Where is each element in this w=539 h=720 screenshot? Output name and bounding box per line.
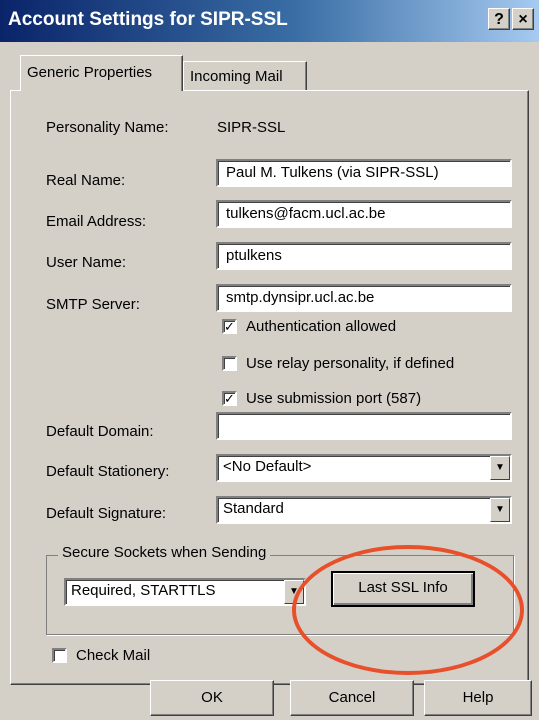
chevron-down-icon[interactable]: ▼ (490, 498, 510, 522)
tab-generic-properties-label: Generic Properties (27, 64, 153, 81)
check-mail-checkbox[interactable] (52, 648, 67, 663)
submission-port-label: Use submission port (587) (246, 390, 422, 407)
tab-incoming-mail[interactable]: Incoming Mail (183, 61, 307, 91)
personality-name-value: SIPR-SSL (217, 119, 286, 136)
default-signature-label: Default Signature: (46, 505, 167, 522)
default-signature-select[interactable]: Standard ▼ (216, 496, 512, 524)
ssl-group-label: Secure Sockets when Sending (58, 544, 271, 561)
smtp-server-label: SMTP Server: (46, 296, 140, 313)
real-name-field[interactable]: Paul M. Tulkens (via SIPR-SSL) (216, 159, 512, 187)
ok-button[interactable]: OK (150, 680, 274, 716)
title-bar: Account Settings for SIPR-SSL ? × (0, 0, 539, 42)
help-title-button[interactable]: ? (488, 8, 510, 30)
default-domain-label: Default Domain: (46, 423, 154, 440)
email-address-label: Email Address: (46, 213, 147, 230)
smtp-server-field[interactable]: smtp.dynsipr.ucl.ac.be (216, 284, 512, 312)
default-stationery-label: Default Stationery: (46, 463, 170, 480)
tab-incoming-mail-label: Incoming Mail (190, 68, 283, 85)
chevron-down-icon[interactable]: ▼ (490, 456, 510, 480)
tab-generic-properties[interactable]: Generic Properties (20, 55, 183, 91)
ssl-mode-value: Required, STARTTLS (71, 582, 216, 599)
window-title: Account Settings for SIPR-SSL (8, 9, 288, 30)
user-name-field[interactable]: ptulkens (216, 242, 512, 270)
default-stationery-select[interactable]: <No Default> ▼ (216, 454, 512, 482)
real-name-label: Real Name: (46, 172, 126, 189)
authentication-checkbox[interactable]: ✓ (222, 319, 237, 334)
email-address-field[interactable]: tulkens@facm.ucl.ac.be (216, 200, 512, 228)
cancel-button[interactable]: Cancel (290, 680, 414, 716)
ssl-mode-select[interactable]: Required, STARTTLS ▼ (64, 578, 306, 606)
authentication-label: Authentication allowed (246, 318, 397, 335)
default-signature-value: Standard (223, 500, 284, 517)
relay-personality-checkbox[interactable] (222, 356, 237, 371)
close-title-button[interactable]: × (512, 8, 534, 30)
default-stationery-value: <No Default> (223, 458, 312, 475)
check-mail-label: Check Mail (76, 647, 151, 664)
default-domain-field[interactable] (216, 412, 512, 440)
user-name-label: User Name: (46, 254, 127, 271)
relay-personality-label: Use relay personality, if defined (246, 355, 455, 372)
help-button[interactable]: Help (424, 680, 532, 716)
last-ssl-info-button[interactable]: Last SSL Info (331, 571, 475, 607)
submission-port-checkbox[interactable]: ✓ (222, 391, 237, 406)
personality-name-label: Personality Name: (46, 119, 169, 136)
chevron-down-icon[interactable]: ▼ (284, 580, 304, 604)
